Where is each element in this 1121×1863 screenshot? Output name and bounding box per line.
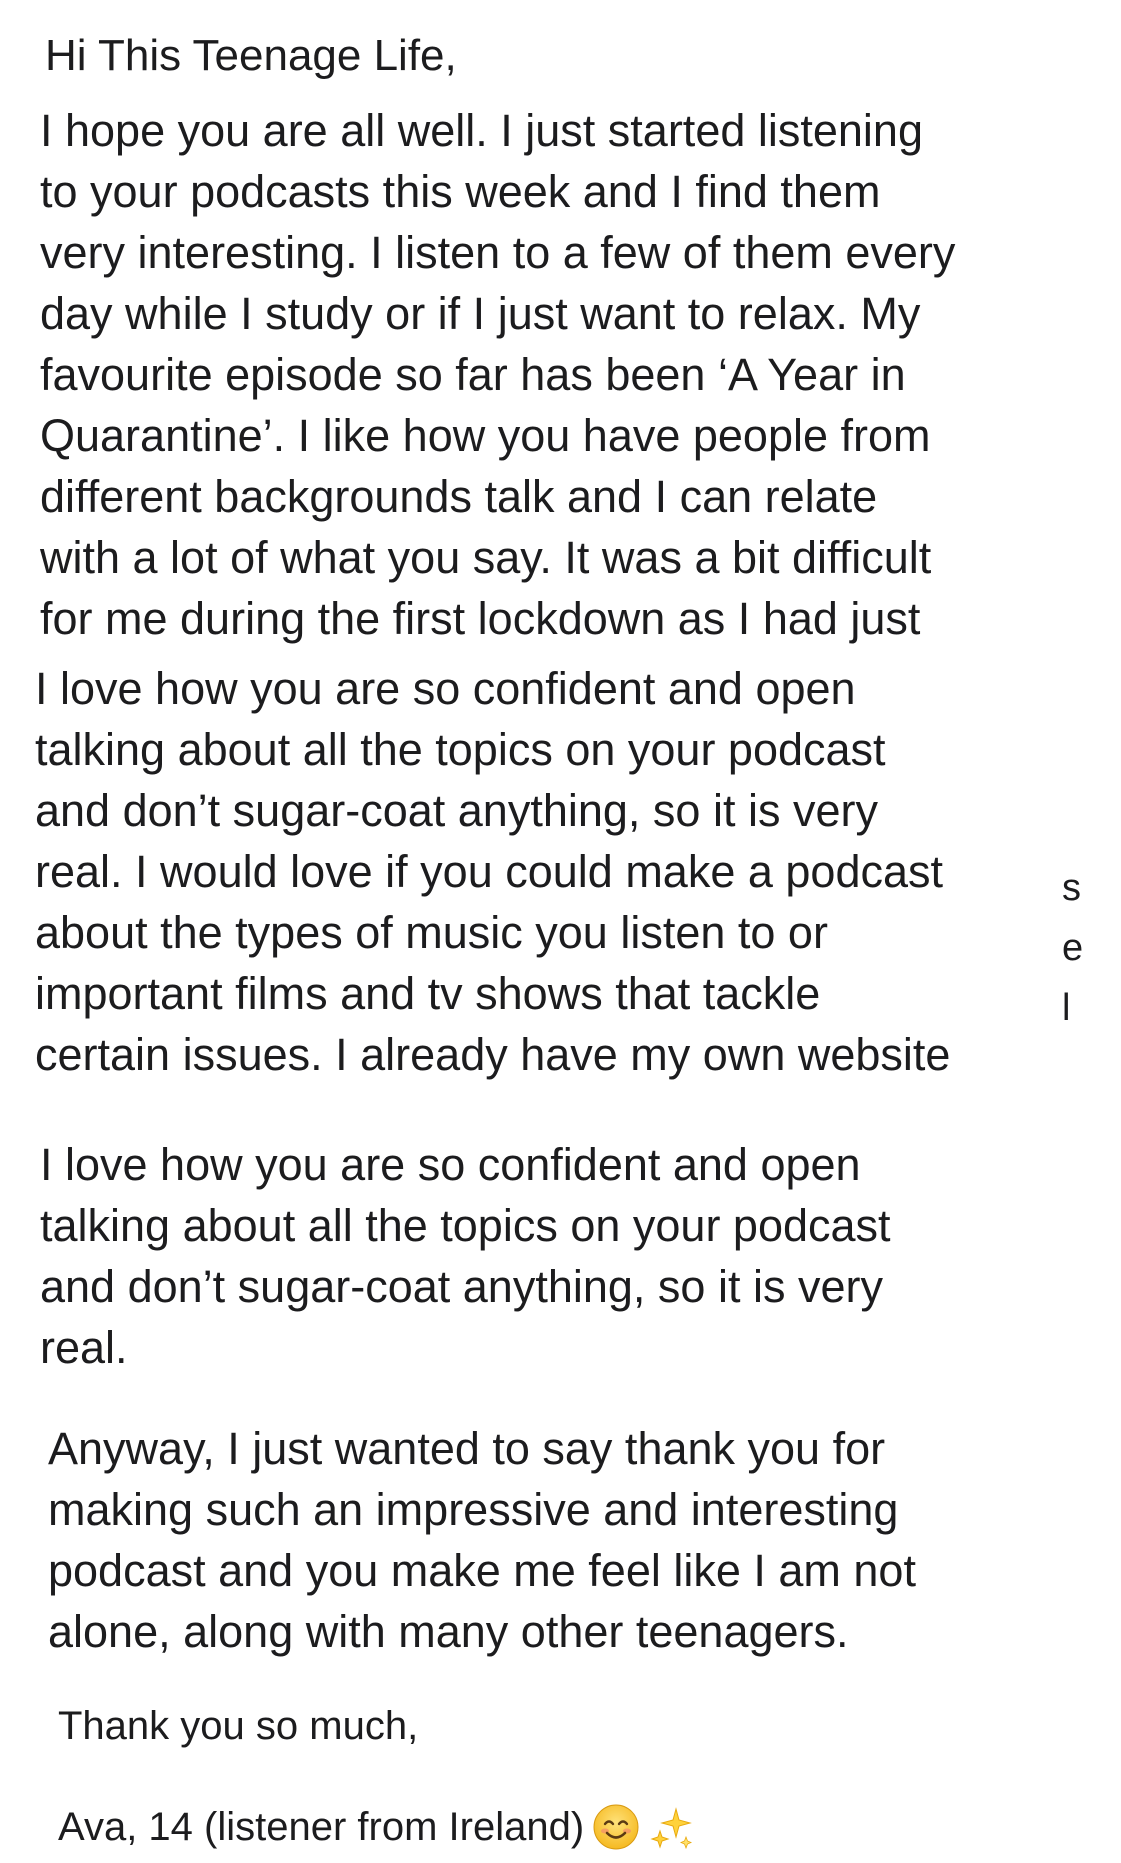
signature-line: Ava, 14 (listener from Ireland) (58, 1802, 696, 1852)
signature-text: Ava, 14 (listener from Ireland) (58, 1805, 585, 1849)
paragraph-repeat: I love how you are so confident and open… (40, 1139, 891, 1373)
signoff: Thank you so much, (58, 1704, 419, 1748)
cropped-fragment: l (1062, 987, 1071, 1029)
smiling-face-icon (592, 1803, 640, 1851)
cropped-text-fragments: s e l (1062, 858, 1083, 1038)
sparkles-icon (648, 1803, 696, 1851)
greeting: Hi This Teenage Life, (45, 31, 457, 80)
paragraph-overlap: I love how you are so confident and open… (35, 663, 951, 1080)
paragraph-intro: I hope you are all well. I just started … (40, 105, 956, 644)
paragraph-closing: Anyway, I just wanted to say thank you f… (48, 1423, 916, 1657)
cropped-fragment: s (1062, 867, 1081, 909)
cropped-fragment: e (1062, 927, 1084, 969)
